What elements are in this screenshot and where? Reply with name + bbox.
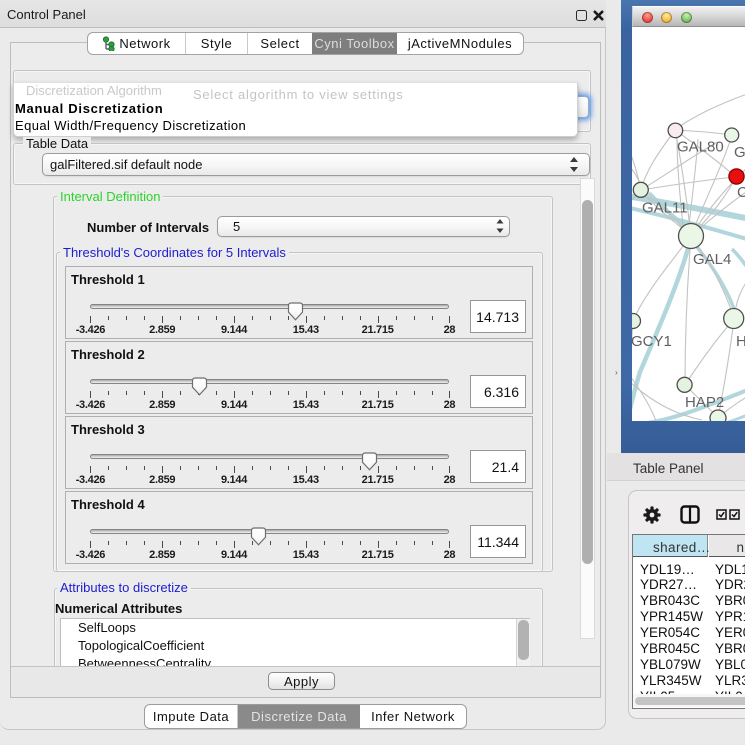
svg-text:GAL80: GAL80: [677, 139, 724, 156]
svg-text:G.: G.: [734, 144, 745, 161]
svg-text:HAP2: HAP2: [685, 394, 724, 411]
svg-text:GAL11: GAL11: [642, 200, 688, 217]
svg-text:H: H: [736, 333, 745, 350]
svg-text:C: C: [737, 184, 745, 201]
svg-text:GCY1: GCY1: [632, 333, 672, 350]
svg-text:GAL4: GAL4: [693, 251, 731, 268]
